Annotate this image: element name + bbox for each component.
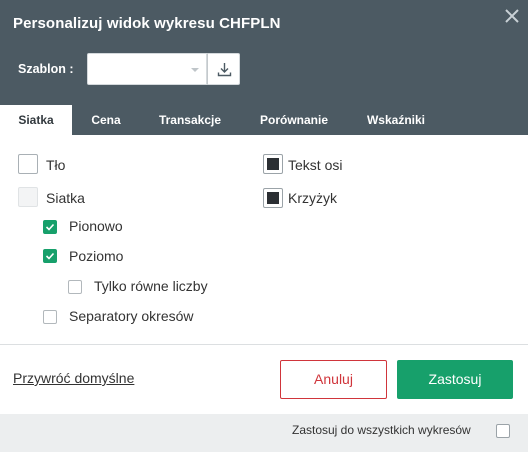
tab-porownanie[interactable]: Porównanie	[240, 105, 348, 135]
tekst-osi-label: Tekst osi	[288, 157, 343, 173]
tab-siatka[interactable]: Siatka	[0, 105, 72, 135]
poziomo-label: Poziomo	[69, 248, 124, 264]
tab-wskazniki[interactable]: Wskaźniki	[348, 105, 444, 135]
reset-defaults-link[interactable]: Przywróć domyślne	[13, 370, 134, 386]
tab-bar: Siatka Cena Transakcje Porównanie Wskaźn…	[0, 105, 528, 135]
krzyzyk-color-swatch[interactable]	[263, 188, 283, 208]
apply-button[interactable]: Zastosuj	[397, 360, 513, 399]
checkmark-icon	[45, 252, 55, 260]
dialog-title: Personalizuj widok wykresu CHFPLN	[13, 15, 281, 32]
download-icon	[217, 63, 232, 77]
krzyzyk-color-fill	[267, 192, 279, 204]
dialog-header: Personalizuj widok wykresu CHFPLN Szablo…	[0, 0, 528, 135]
template-download-button[interactable]	[207, 53, 240, 85]
tekst-osi-color-swatch[interactable]	[263, 154, 283, 174]
separatory-label: Separatory okresów	[69, 308, 194, 324]
cancel-button[interactable]: Anuluj	[280, 360, 387, 399]
poziomo-checkbox[interactable]	[43, 249, 57, 263]
separatory-checkbox[interactable]	[43, 310, 57, 324]
apply-all-label: Zastosuj do wszystkich wykresów	[292, 423, 471, 437]
tlo-label: Tło	[46, 157, 66, 173]
krzyzyk-label: Krzyżyk	[288, 190, 337, 206]
tlo-checkbox[interactable]	[18, 154, 38, 174]
template-label: Szablon :	[18, 62, 74, 76]
divider	[0, 344, 528, 345]
tylko-rowne-checkbox[interactable]	[68, 280, 82, 294]
tylko-rowne-label: Tylko równe liczby	[94, 278, 208, 294]
siatka-checkbox[interactable]	[18, 187, 38, 207]
tekst-osi-color-fill	[267, 158, 279, 170]
checkmark-icon	[45, 223, 55, 231]
close-icon[interactable]	[502, 6, 522, 26]
pionowo-checkbox[interactable]	[43, 220, 57, 234]
pionowo-label: Pionowo	[69, 218, 123, 234]
tab-transakcje[interactable]: Transakcje	[140, 105, 240, 135]
chevron-down-icon	[191, 68, 199, 72]
apply-all-checkbox[interactable]	[496, 424, 510, 438]
siatka-label: Siatka	[46, 190, 85, 206]
template-select[interactable]	[87, 53, 207, 85]
tab-cena[interactable]: Cena	[72, 105, 140, 135]
